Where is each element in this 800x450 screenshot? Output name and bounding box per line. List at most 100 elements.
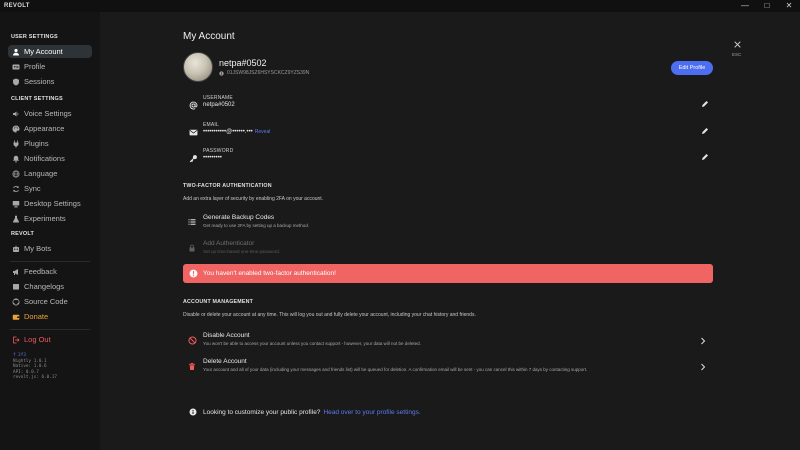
github-icon (11, 298, 21, 306)
backup-codes-title: Generate Backup Codes (203, 214, 275, 221)
shield-icon (11, 78, 21, 86)
title-bar: REVOLT — □ ✕ (0, 0, 800, 12)
sidebar-item-label: Notifications (24, 154, 65, 163)
edit-email-button[interactable] (700, 126, 710, 136)
two-factor-warning-banner: You haven't enabled two-factor authentic… (183, 264, 713, 283)
sidebar-item-label: Plugins (24, 139, 49, 148)
esc-hint: ESC (732, 52, 742, 57)
sidebar-item-desktop-settings[interactable]: Desktop Settings (8, 197, 92, 210)
authenticator-title: Add Authenticator (203, 240, 255, 247)
disable-account-option[interactable]: Disable Account You won't be able to acc… (183, 332, 713, 350)
bot-icon (11, 245, 21, 253)
sidebar-item-label: Experiments (24, 214, 66, 223)
speaker-icon (11, 110, 21, 118)
revolt-heading: REVOLT (11, 231, 35, 237)
app-title: REVOLT (4, 3, 30, 9)
globe-icon (11, 169, 21, 178)
disable-account-subtitle: You won't be able to access your account… (203, 341, 421, 346)
authenticator-subtitle: Set up time-based one-time password. (203, 249, 281, 254)
sidebar-item-experiments[interactable]: Experiments (8, 212, 92, 225)
sidebar-item-label: Language (24, 169, 58, 178)
sidebar-item-label: Desktop Settings (24, 199, 81, 208)
minimize-button[interactable]: — (734, 0, 756, 12)
sidebar-item-feedback[interactable]: Feedback (8, 265, 92, 278)
sidebar-item-label: Sessions (24, 77, 55, 86)
sidebar-item-notifications[interactable]: Notifications (8, 152, 92, 165)
sidebar-item-label: Feedback (24, 267, 57, 276)
sidebar-item-my-account[interactable]: My Account (8, 45, 92, 58)
two-factor-warning-text: You haven't enabled two-factor authentic… (203, 270, 336, 277)
profile-settings-link[interactable]: Head over to your profile settings. (323, 409, 420, 416)
info-icon (189, 408, 198, 417)
edit-username-button[interactable] (700, 99, 710, 109)
edit-password-button[interactable] (700, 152, 710, 162)
chevron-right-icon (699, 336, 707, 346)
sidebar-item-profile[interactable]: Profile (8, 60, 92, 73)
profile-tip-text: Looking to customize your public profile… (203, 409, 321, 416)
username-display: netpa#0502 (219, 58, 267, 68)
settings-content: My Account ESC netpa#0502 01JSW98JSZ6HSY… (100, 12, 800, 450)
sidebar-item-my-bots[interactable]: My Bots (8, 242, 92, 255)
user-id[interactable]: 01JSW98JSZ6HSYSCKCZ9YZS39N (219, 70, 309, 76)
profile-tip: Looking to customize your public profile… (189, 408, 421, 417)
version-info: f 2f3 Nightly 1.0.1 Native: 1.0.6 API: 0… (13, 353, 57, 381)
wallet-icon (11, 313, 21, 321)
email-value: •••••••••••@••••••.••• Reveal (203, 129, 270, 135)
sidebar-divider (10, 329, 90, 330)
envelope-icon (188, 127, 198, 137)
megaphone-icon (11, 268, 21, 276)
sidebar-item-label: Profile (24, 62, 46, 71)
sidebar-item-label: Voice Settings (24, 109, 72, 118)
sidebar-item-log-out[interactable]: Log Out (8, 333, 92, 346)
edit-profile-button[interactable]: Edit Profile (671, 61, 713, 75)
user-icon (11, 48, 21, 56)
bell-icon (11, 155, 21, 163)
trash-icon (187, 361, 197, 371)
sidebar-item-label: Appearance (24, 124, 65, 133)
sidebar-item-source-code[interactable]: Source Code (8, 295, 92, 308)
delete-account-subtitle: Your account and all of your data (inclu… (203, 367, 588, 372)
password-value: ••••••••• (203, 155, 222, 161)
reveal-email-link[interactable]: Reveal (255, 129, 271, 135)
pencil-icon (702, 101, 708, 107)
sidebar-item-voice-settings[interactable]: Voice Settings (8, 107, 92, 120)
block-icon (187, 335, 197, 345)
chevron-right-icon (699, 362, 707, 372)
delete-account-option[interactable]: Delete Account Your account and all of y… (183, 358, 713, 376)
username-value: netpa#0502 (203, 102, 235, 108)
palette-icon (11, 125, 21, 133)
sidebar-item-changelogs[interactable]: Changelogs (8, 280, 92, 293)
list-icon (187, 217, 197, 227)
desktop-icon (11, 200, 21, 208)
lock-icon (187, 243, 197, 253)
pencil-icon (702, 154, 708, 160)
sidebar-item-sessions[interactable]: Sessions (8, 75, 92, 88)
settings-sidebar: USER SETTINGS My Account Profile Session… (0, 12, 100, 450)
key-icon (188, 153, 198, 163)
sidebar-item-label: Log Out (24, 335, 51, 344)
sidebar-item-label: My Account (24, 47, 63, 56)
password-row: PASSWORD ••••••••• (183, 148, 713, 170)
info-icon (219, 70, 224, 76)
backup-codes-subtitle: Get ready to use 2FA by setting up a bac… (203, 223, 310, 228)
sidebar-item-language[interactable]: Language (8, 167, 92, 180)
sidebar-item-label: Changelogs (24, 282, 65, 291)
window-close-button[interactable]: ✕ (778, 0, 800, 12)
sync-icon (11, 185, 21, 193)
add-authenticator-option[interactable]: Add Authenticator Set up time-based one-… (183, 240, 713, 258)
password-label: PASSWORD (203, 148, 234, 154)
sidebar-item-sync[interactable]: Sync (8, 182, 92, 195)
close-settings-button[interactable] (731, 38, 743, 50)
at-sign-icon (188, 100, 198, 110)
account-management-description: Disable or delete your account at any ti… (183, 312, 476, 318)
avatar[interactable] (183, 52, 213, 82)
maximize-button[interactable]: □ (756, 0, 778, 12)
logout-icon (11, 336, 21, 344)
generate-backup-codes-option[interactable]: Generate Backup Codes Get ready to use 2… (183, 214, 713, 232)
pencil-icon (702, 128, 708, 134)
sidebar-item-donate[interactable]: Donate (8, 310, 92, 323)
username-label: USERNAME (203, 95, 233, 101)
user-settings-heading: USER SETTINGS (11, 34, 58, 40)
sidebar-item-appearance[interactable]: Appearance (8, 122, 92, 135)
sidebar-item-plugins[interactable]: Plugins (8, 137, 92, 150)
